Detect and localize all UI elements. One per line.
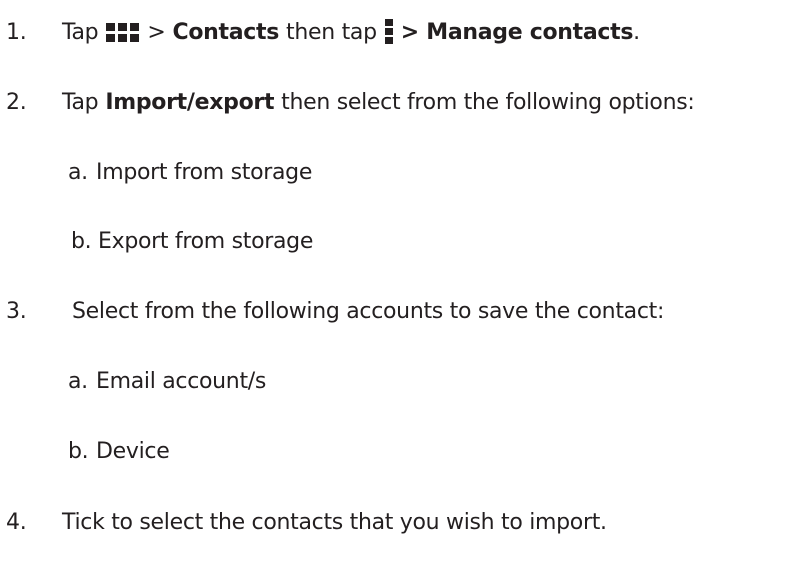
step-number: 4. xyxy=(6,509,27,535)
step-rest-text: then select from the following options: xyxy=(281,89,695,115)
step-text: Tap Import/export then select from the f… xyxy=(62,90,695,115)
gt-symbol: > xyxy=(147,19,166,45)
step-text: Select from the following accounts to sa… xyxy=(72,298,665,324)
step-text: Tap > Contacts then tap > Manage contact… xyxy=(62,18,640,45)
option-text: Email account/s xyxy=(96,368,267,394)
step-text: Tick to select the contacts that you wis… xyxy=(62,509,607,535)
tap-word: Tap xyxy=(62,89,99,115)
then-tap-text: then tap xyxy=(286,19,377,45)
step-number: 3. xyxy=(6,298,27,324)
option-text: Device xyxy=(96,438,170,464)
contacts-label: Contacts xyxy=(172,19,280,45)
step-number: 1. xyxy=(6,19,27,45)
period: . xyxy=(633,19,640,45)
manage-contacts-label: > Manage contacts xyxy=(400,19,634,45)
option-text: Export from storage xyxy=(98,228,314,254)
import-export-label: Import/export xyxy=(105,89,275,115)
overflow-menu-icon xyxy=(384,18,393,44)
apps-grid-icon xyxy=(106,22,140,42)
step-number: 2. xyxy=(6,89,27,115)
tap-word: Tap xyxy=(62,19,99,45)
option-text: Import from storage xyxy=(96,159,313,185)
